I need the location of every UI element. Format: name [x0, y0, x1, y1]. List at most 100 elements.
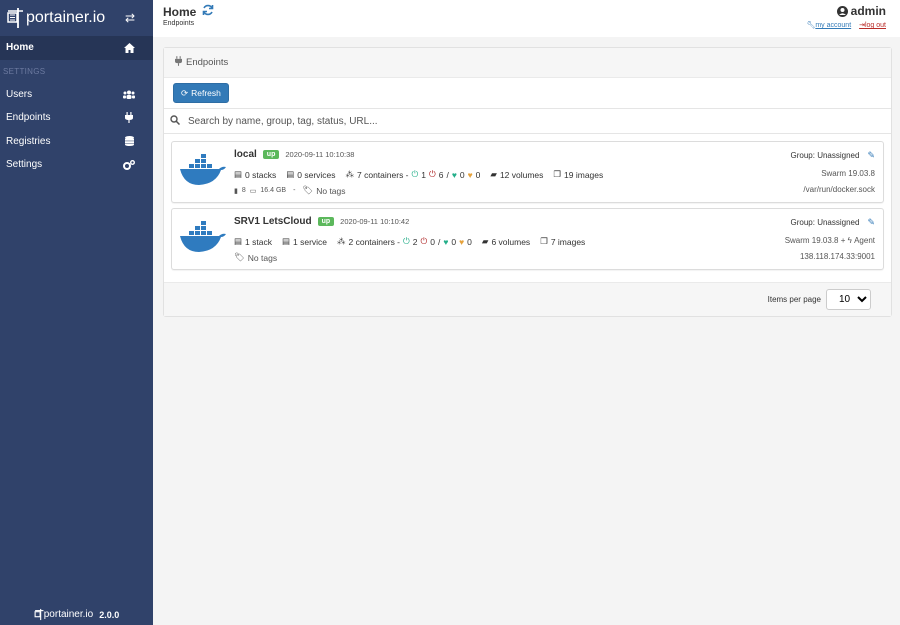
- cubes-icon: ⁂: [345, 169, 355, 179]
- sidebar-item-home[interactable]: Home: [0, 36, 153, 60]
- sidebar-item-label: Users: [6, 88, 33, 100]
- power-off-icon: ⏻: [428, 169, 436, 179]
- heart-broken-icon: ♥: [459, 236, 465, 247]
- heartbeat-icon: ♥: [443, 236, 449, 247]
- volumes-stat: ▰ 6 volumes: [481, 236, 531, 247]
- power-on-icon: ⏻: [411, 169, 419, 179]
- stacks-stat: ▤ 0 stacks: [234, 169, 277, 180]
- portainer-crane-icon: [7, 8, 23, 28]
- breadcrumb: Endpoints: [163, 20, 195, 27]
- status-badge: up: [262, 150, 280, 159]
- endpoints-panel: Endpoints ⟳ Refresh local up 20: [163, 47, 892, 317]
- agent-label: Agent: [854, 236, 875, 245]
- user-links: 🔧︎my account ⇥log out: [806, 21, 886, 29]
- sidebar-item-label: Settings: [6, 159, 43, 171]
- endpoint-name: SRV1 LetsCloud: [234, 216, 312, 227]
- user-circle-icon: [836, 5, 848, 17]
- refresh-icon[interactable]: [202, 4, 214, 19]
- logout-link[interactable]: ⇥log out: [859, 22, 886, 29]
- cpu-count: 8: [241, 187, 246, 194]
- volumes-stat: ▰ 12 volumes: [490, 169, 544, 180]
- endpoint-engine: Swarm 19.03.8 + ϟ Agent: [785, 236, 875, 245]
- services-stat: ▤ 0 services: [286, 169, 336, 180]
- power-off-icon: ⏻: [420, 236, 428, 246]
- containers-stat: ⁂ 7 containers - ⏻ 1 ⏻ 6 / ♥ 0 ♥ 0: [345, 169, 481, 180]
- sidebar-toggle-icon[interactable]: ⇄: [125, 11, 135, 25]
- tags-icon: 🏷︎: [302, 185, 314, 195]
- sidebar-section-settings: SETTINGS: [3, 66, 46, 76]
- heart-broken-icon: ♥: [467, 169, 473, 180]
- portainer-crane-icon: [34, 608, 44, 621]
- my-account-link[interactable]: my account: [815, 22, 851, 29]
- group-label: Group: Unassigned: [790, 151, 860, 160]
- docker-whale-icon: [180, 221, 226, 252]
- version-label: 2.0.0: [99, 609, 120, 620]
- clone-icon: ❐: [540, 236, 548, 246]
- items-per-page-select[interactable]: 10: [826, 289, 871, 310]
- user-name-text: admin: [850, 4, 886, 18]
- cubes-icon: ⁂: [337, 236, 346, 246]
- sidebar-item-settings[interactable]: Settings: [0, 153, 153, 177]
- endpoint-resources: ▮ 8 ▭ 16.4 GB - 🏷︎ No tags: [234, 185, 346, 196]
- plug-icon: [123, 112, 135, 124]
- endpoint-stats: ▤ 1 stack ▤ 1 service ⁂ 2 containers - ⏻ 2 ⏻…: [234, 236, 585, 247]
- search-bar: [164, 109, 891, 134]
- refresh-button-label: Refresh: [191, 88, 221, 98]
- user-block: admin 🔧︎my account ⇥log out: [806, 4, 886, 29]
- cogs-icon: [123, 159, 135, 171]
- footer-logo: portainer.io: [34, 608, 93, 621]
- list-alt-icon: ▤: [286, 169, 295, 179]
- portainer-logo[interactable]: portainer.io: [6, 7, 105, 29]
- sidebar-item-users[interactable]: Users: [0, 83, 153, 107]
- edit-pencil-icon[interactable]: ✎: [867, 150, 875, 161]
- page-title: Home: [163, 4, 214, 19]
- sidebar: portainer.io ⇄ Home SETTINGS Users Endpo…: [0, 0, 153, 625]
- power-on-icon: ⏻: [403, 236, 410, 246]
- refresh-icon: ⟳: [181, 87, 189, 98]
- services-stat: ▤ 1 service: [281, 236, 328, 247]
- tags: 🏷︎ No tags: [302, 185, 346, 196]
- refresh-button[interactable]: ⟳ Refresh: [173, 83, 229, 103]
- endpoint-url: 138.118.174.33:9001: [799, 252, 875, 261]
- endpoint-group: Group: Unassigned ✎: [791, 150, 875, 161]
- endpoint-timestamp: 2020-09-11 10:10:38: [285, 150, 355, 159]
- images-stat: ❐ 19 images: [553, 169, 604, 180]
- footer-brand: portainer.io: [43, 609, 94, 620]
- sidebar-item-endpoints[interactable]: Endpoints: [0, 106, 153, 130]
- sidebar-item-label: Registries: [6, 135, 51, 147]
- endpoint-group: Group: Unassigned ✎: [791, 217, 875, 228]
- endpoint-title-row: local up 2020-09-11 10:10:38: [234, 149, 354, 160]
- panel-title: Endpoints: [186, 57, 229, 68]
- th-list-icon: ▤: [234, 169, 243, 179]
- containers-stat: ⁂ 2 containers - ⏻ 2 ⏻ 0 / ♥ 0 ♥ 0: [337, 236, 472, 247]
- sidebar-item-label: Endpoints: [6, 112, 51, 124]
- endpoint-title-row: SRV1 LetsCloud up 2020-09-11 10:10:42: [234, 216, 409, 227]
- plug-icon: [175, 56, 182, 69]
- sidebar-brand: portainer.io ⇄: [0, 0, 153, 36]
- th-list-icon: ▤: [234, 236, 243, 246]
- endpoint-url: /var/run/docker.sock: [803, 185, 875, 194]
- cpu-icon: ▮: [234, 187, 238, 195]
- endpoint-card-srv1[interactable]: SRV1 LetsCloud up 2020-09-11 10:10:42 ▤ 1…: [171, 208, 884, 270]
- status-badge: up: [317, 217, 335, 226]
- separator: -: [293, 187, 296, 194]
- panel-toolbar: ⟳ Refresh: [164, 78, 891, 109]
- brand-name: portainer.io: [26, 9, 106, 26]
- sidebar-footer: portainer.io 2.0.0: [0, 608, 153, 621]
- database-icon: [123, 135, 135, 147]
- endpoint-engine: Swarm 19.03.8: [821, 169, 875, 178]
- pagination-bar: Items per page 10: [164, 282, 891, 316]
- docker-whale-icon: [180, 154, 226, 185]
- edit-pencil-icon[interactable]: ✎: [867, 217, 875, 228]
- wrench-icon: 🔧︎: [806, 22, 816, 29]
- hdd-icon: ▰: [490, 169, 497, 179]
- search-input[interactable]: [188, 115, 788, 127]
- search-icon: [170, 114, 181, 128]
- sidebar-item-label: Home: [6, 42, 34, 54]
- endpoint-name: local: [234, 149, 257, 160]
- users-icon: [123, 88, 135, 100]
- sidebar-item-registries[interactable]: Registries: [0, 130, 153, 154]
- endpoint-timestamp: 2020-09-11 10:10:42: [340, 217, 410, 226]
- endpoint-card-local[interactable]: local up 2020-09-11 10:10:38 ▤ 0 stacks ▤…: [171, 141, 884, 203]
- tags: 🏷︎ No tags: [234, 252, 278, 263]
